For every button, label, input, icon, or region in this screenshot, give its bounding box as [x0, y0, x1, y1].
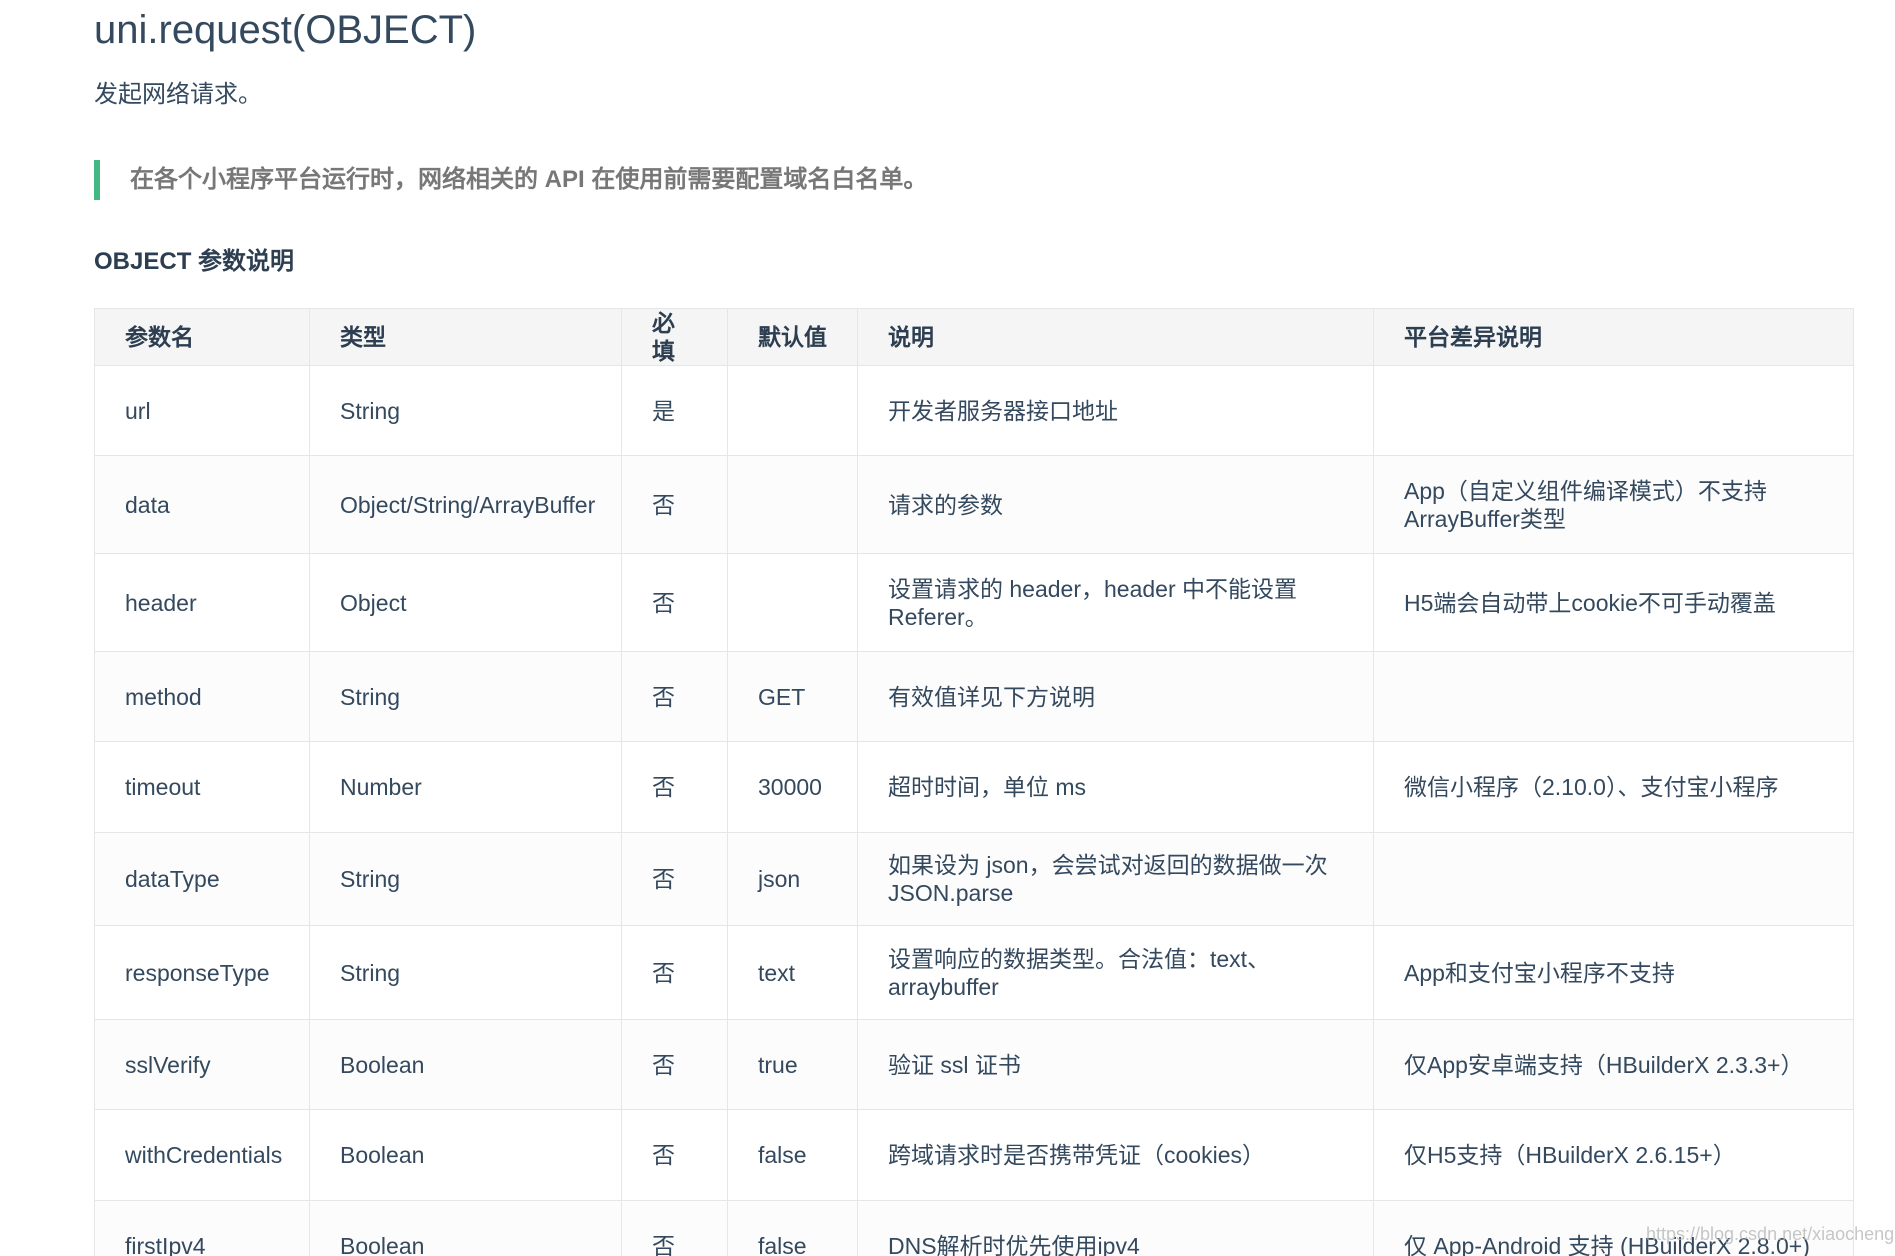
- table-row: responseType String 否 text 设置响应的数据类型。合法值：tex…: [94, 925, 1854, 1020]
- cell-platform: 微信小程序（2.10.0）、支付宝小程序: [1373, 741, 1854, 833]
- cell-param-name: sslVerify: [94, 1019, 310, 1110]
- table-row: data Object/String/ArrayBuffer 否 请求的参数 App（自…: [94, 455, 1854, 554]
- cell-required: 否: [621, 1200, 728, 1256]
- table-row: sslVerify Boolean 否 true 验证 ssl 证书 仅App安卓端支持（…: [94, 1019, 1854, 1110]
- cell-required: 否: [621, 1019, 728, 1110]
- cell-type: Boolean: [309, 1109, 622, 1201]
- header-default: 默认值: [727, 308, 858, 366]
- header-description: 说明: [857, 308, 1374, 366]
- cell-description: 请求的参数: [857, 455, 1374, 554]
- header-param-name: 参数名: [94, 308, 310, 366]
- cell-description: 跨域请求时是否携带凭证（cookies）: [857, 1109, 1374, 1201]
- cell-required: 否: [621, 455, 728, 554]
- table-row: header Object 否 设置请求的 header，header 中不能设置 R…: [94, 553, 1854, 652]
- cell-type: Object: [309, 553, 622, 652]
- cell-type: Object/String/ArrayBuffer: [309, 455, 622, 554]
- params-table: 参数名 类型 必填 默认值 说明 平台差异说明 url String 是开发者服务器…: [94, 308, 1854, 1256]
- cell-default: true: [727, 1019, 858, 1110]
- cell-default: text: [727, 925, 858, 1020]
- cell-required: 否: [621, 1109, 728, 1201]
- cell-param-name: method: [94, 651, 310, 742]
- header-type: 类型: [309, 308, 622, 366]
- cell-type: String: [309, 651, 622, 742]
- cell-param-name: url: [94, 365, 310, 456]
- table-row: method String 否 GET 有效值详见下方说明: [94, 651, 1854, 742]
- cell-required: 否: [621, 651, 728, 742]
- cell-required: 否: [621, 925, 728, 1020]
- cell-description: DNS解析时优先使用ipv4: [857, 1200, 1374, 1256]
- table-row: withCredentials Boolean 否 false 跨域请求时是否携带凭证（…: [94, 1109, 1854, 1201]
- cell-description: 验证 ssl 证书: [857, 1019, 1374, 1110]
- cell-platform: [1373, 365, 1854, 456]
- header-platform: 平台差异说明: [1373, 308, 1854, 366]
- cell-default: 30000: [727, 741, 858, 833]
- cell-description: 超时时间，单位 ms: [857, 741, 1374, 833]
- cell-description: 开发者服务器接口地址: [857, 365, 1374, 456]
- cell-default: [727, 553, 858, 652]
- api-description: 发起网络请求。: [94, 81, 262, 108]
- table-row: firstIpv4 Boolean 否 false DNS解析时优先使用ipv4 仅 Ap…: [94, 1200, 1854, 1256]
- cell-default: false: [727, 1200, 858, 1256]
- cell-platform: H5端会自动带上cookie不可手动覆盖: [1373, 553, 1854, 652]
- cell-platform: [1373, 651, 1854, 742]
- cell-default: GET: [727, 651, 858, 742]
- cell-required: 否: [621, 741, 728, 833]
- cell-param-name: withCredentials: [94, 1109, 310, 1201]
- cell-description: 设置响应的数据类型。合法值：text、arraybuffer: [857, 925, 1374, 1020]
- cell-param-name: data: [94, 455, 310, 554]
- cell-param-name: firstIpv4: [94, 1200, 310, 1256]
- cell-description: 有效值详见下方说明: [857, 651, 1374, 742]
- cell-required: 否: [621, 832, 728, 926]
- cell-platform: App（自定义组件编译模式）不支持ArrayBuffer类型: [1373, 455, 1854, 554]
- header-required: 必填: [621, 308, 728, 366]
- cell-param-name: dataType: [94, 832, 310, 926]
- cell-type: String: [309, 925, 622, 1020]
- cell-param-name: responseType: [94, 925, 310, 1020]
- table-header-row: 参数名 类型 必填 默认值 说明 平台差异说明: [94, 308, 1854, 366]
- cell-type: String: [309, 832, 622, 926]
- cell-type: Boolean: [309, 1200, 622, 1256]
- cell-type: Boolean: [309, 1019, 622, 1110]
- table-row: url String 是 开发者服务器接口地址: [94, 365, 1854, 456]
- table-row: timeout Number 否 30000 超时时间，单位 ms 微信小程序（2.10.…: [94, 741, 1854, 833]
- cell-param-name: timeout: [94, 741, 310, 833]
- cell-platform: App和支付宝小程序不支持: [1373, 925, 1854, 1020]
- page-title: uni.request(OBJECT): [94, 8, 477, 52]
- cell-default: [727, 455, 858, 554]
- cell-description: 如果设为 json，会尝试对返回的数据做一次 JSON.parse: [857, 832, 1374, 926]
- section-title: OBJECT 参数说明: [94, 248, 295, 275]
- tip-blockquote: 在各个小程序平台运行时，网络相关的 API 在使用前需要配置域名白名单。: [94, 160, 927, 200]
- cell-default: false: [727, 1109, 858, 1201]
- watermark: https://blog.csdn.net/xiaocheng520: [1646, 1224, 1895, 1244]
- cell-required: 否: [621, 553, 728, 652]
- cell-required: 是: [621, 365, 728, 456]
- cell-platform: [1373, 832, 1854, 926]
- cell-platform: 仅H5支持（HBuilderX 2.6.15+）: [1373, 1109, 1854, 1201]
- table-row: dataType String 否 json 如果设为 json，会尝试对返回的数据做一…: [94, 832, 1854, 926]
- cell-type: Number: [309, 741, 622, 833]
- cell-type: String: [309, 365, 622, 456]
- cell-description: 设置请求的 header，header 中不能设置 Referer。: [857, 553, 1374, 652]
- cell-platform: 仅App安卓端支持（HBuilderX 2.3.3+）: [1373, 1019, 1854, 1110]
- cell-default: json: [727, 832, 858, 926]
- cell-default: [727, 365, 858, 456]
- cell-param-name: header: [94, 553, 310, 652]
